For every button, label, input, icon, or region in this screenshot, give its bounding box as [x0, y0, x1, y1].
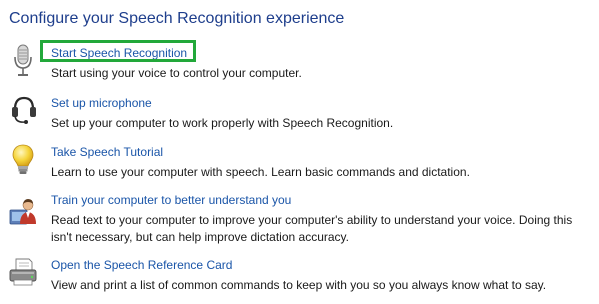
- set-up-microphone-description: Set up your computer to work properly wi…: [51, 116, 394, 130]
- printer-icon: [8, 257, 38, 289]
- selection-highlight: [40, 40, 196, 62]
- user-training-icon: [8, 196, 38, 228]
- train-your-computer-description: Read text to your computer to improve yo…: [51, 213, 573, 244]
- take-speech-tutorial-link[interactable]: Take Speech Tutorial: [51, 145, 163, 159]
- take-speech-tutorial-description: Learn to use your computer with speech. …: [51, 165, 470, 179]
- headset-icon: [8, 94, 38, 126]
- set-up-microphone-link[interactable]: Set up microphone: [51, 96, 152, 110]
- start-speech-recognition-description: Start using your voice to control your c…: [51, 66, 302, 80]
- open-speech-reference-card-link[interactable]: Open the Speech Reference Card: [51, 258, 232, 272]
- page-title: Configure your Speech Recognition experi…: [9, 10, 345, 27]
- lightbulb-icon: [8, 143, 38, 175]
- train-your-computer-link[interactable]: Train your computer to better understand…: [51, 193, 291, 207]
- microphone-icon: [8, 44, 38, 76]
- open-speech-reference-card-description: View and print a list of common commands…: [51, 278, 547, 292]
